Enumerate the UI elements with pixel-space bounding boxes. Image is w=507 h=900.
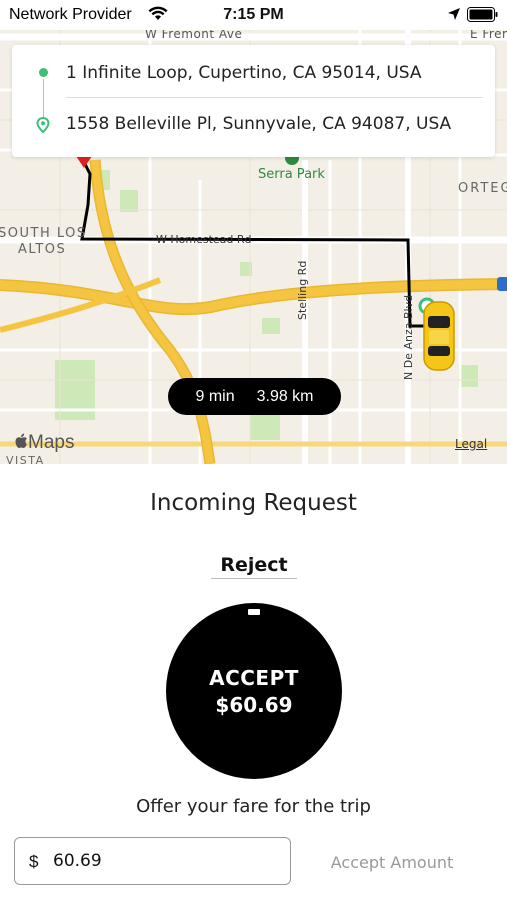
accept-fare: $60.69 <box>215 692 293 717</box>
maps-logo-text: Maps <box>28 432 75 453</box>
currency-symbol: $ <box>29 852 39 871</box>
eta-distance: 3.98 km <box>256 387 314 405</box>
address-card: 1 Infinite Loop, Cupertino, CA 95014, US… <box>12 45 495 157</box>
car-icon <box>423 301 455 371</box>
destination-pin-icon <box>36 116 50 138</box>
offer-prompt: Offer your fare for the trip <box>136 796 371 817</box>
dropoff-address[interactable]: 1558 Belleville Pl, Sunnyvale, CA 94087,… <box>66 114 451 134</box>
apple-icon <box>15 433 27 448</box>
map-label-fremont: W Fremont Ave <box>145 30 243 41</box>
incoming-request-title: Incoming Request <box>150 490 357 516</box>
fare-input-box[interactable]: $ <box>14 837 291 885</box>
location-arrow-icon <box>447 7 461 26</box>
route-connector <box>43 79 44 117</box>
accept-handle-icon <box>248 609 260 615</box>
accept-label: ACCEPT <box>209 665 299 690</box>
map-label-altos: ALTOS <box>18 242 67 257</box>
eta-time: 9 min <box>195 387 235 405</box>
reject-button[interactable]: Reject <box>211 551 297 579</box>
map-label-homestead: W Homestead Rd <box>156 233 252 246</box>
map-label-de-anza: N De Anza Blvd <box>402 294 415 380</box>
battery-icon <box>467 7 499 27</box>
accept-button[interactable]: ACCEPT $60.69 <box>166 603 342 779</box>
address-divider <box>66 97 483 98</box>
maps-logo: Maps <box>14 432 74 454</box>
pickup-address[interactable]: 1 Infinite Loop, Cupertino, CA 95014, US… <box>66 63 422 83</box>
map-label-vista: VISTA <box>6 454 45 464</box>
map-label-stelling: Stelling Rd <box>296 260 309 320</box>
map-label-south-los: SOUTH LOS <box>0 226 87 241</box>
status-bar: Network Provider 7:15 PM <box>0 0 507 30</box>
eta-pill: 9 min 3.98 km <box>168 378 341 415</box>
map-label-serra-park: Serra Park <box>258 167 325 182</box>
clock: 7:15 PM <box>223 6 284 23</box>
map-label-ortega: ORTEG <box>458 181 507 196</box>
fare-input[interactable] <box>53 848 273 874</box>
origin-dot-icon <box>39 68 48 77</box>
map-label-fremont-east: E Frem <box>470 30 507 41</box>
legal-link[interactable]: Legal <box>455 437 487 451</box>
accept-amount-button[interactable]: Accept Amount <box>314 850 470 874</box>
